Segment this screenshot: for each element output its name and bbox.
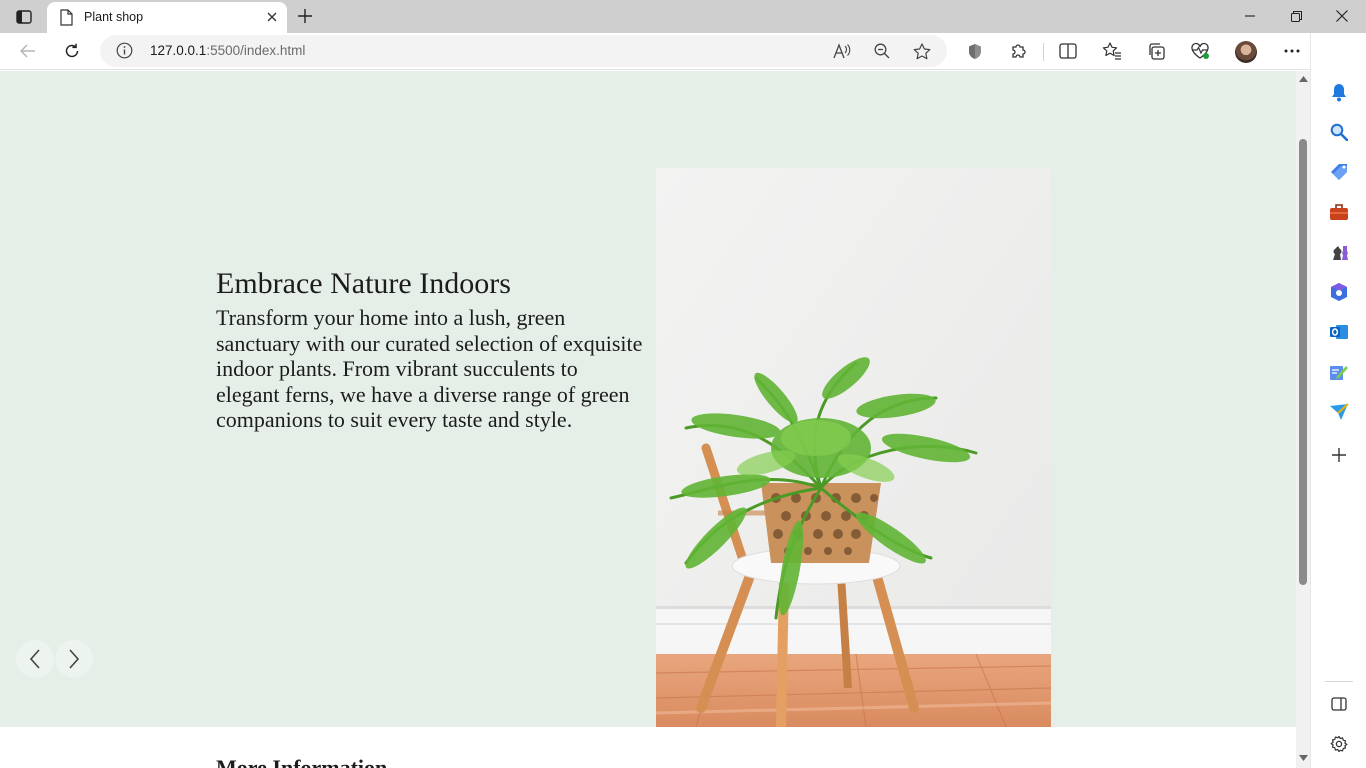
chess-icon [1333,246,1348,260]
hero-fern-image [656,168,1051,727]
sidebar-hide-button[interactable] [1327,692,1351,716]
tracking-prevention-button[interactable] [960,37,990,65]
tab-title: Plant shop [84,10,144,24]
split-screen-button[interactable] [1053,37,1083,65]
scroll-thumb[interactable] [1299,139,1307,585]
restore-button[interactable] [1279,4,1313,28]
browser-tab-active[interactable]: Plant shop [47,2,287,33]
shield-icon [969,43,981,59]
settings-and-more-button[interactable] [1277,37,1307,65]
briefcase-icon [1330,204,1348,220]
restore-icon [1290,10,1302,22]
page-scrollbar[interactable] [1296,71,1310,768]
sidebar-games[interactable] [1327,240,1351,264]
sidebar-add-button[interactable] [1327,443,1351,467]
browser-essentials-button[interactable] [1185,37,1215,65]
sidebar-notifications[interactable] [1327,80,1351,104]
browser-title-bar: Plant shop [0,0,1366,33]
page-icon [60,9,73,26]
toolbar-divider [1043,43,1044,61]
sidebar-divider [1325,681,1353,682]
star-icon [913,42,931,59]
triangle-up-icon [1298,76,1308,82]
scroll-up-button[interactable] [1298,73,1308,85]
edge-sidebar [1310,33,1366,768]
sidebar-search[interactable] [1327,120,1351,144]
plus-icon [298,9,312,23]
info-icon [116,42,133,59]
gear-icon [1330,735,1348,753]
favorites-icon [1102,42,1121,60]
more-icon [1284,49,1300,53]
search-icon [1330,123,1348,141]
sidebar-tools[interactable] [1327,200,1351,224]
more-information-heading: More Information [216,755,388,768]
extensions-icon [1012,44,1026,58]
outlook-icon [1330,325,1348,339]
split-screen-icon [1059,43,1077,59]
profile-avatar[interactable] [1235,41,1257,63]
sidebar-microsoft-365[interactable] [1327,280,1351,304]
scroll-down-button[interactable] [1298,752,1308,764]
address-bar[interactable]: 127.0.0.1:5500/index.html [100,35,947,67]
plus-icon [1332,448,1346,462]
close-icon [267,12,277,22]
back-arrow-icon [20,44,35,58]
url-path: :5500/index.html [206,43,306,58]
close-window-button[interactable] [1325,4,1359,28]
chevron-left-icon [29,649,40,669]
tab-close-button[interactable] [263,8,281,26]
sidebar-settings-button[interactable] [1327,732,1351,756]
favorites-button[interactable] [1097,37,1127,65]
refresh-icon [65,43,79,58]
browser-toolbar: 127.0.0.1:5500/index.html [0,33,1366,70]
sidebar-outlook[interactable] [1327,320,1351,344]
hero-description: Transform your home into a lush, green s… [216,305,643,433]
triangle-down-icon [1298,755,1308,761]
page-viewport: Embrace Nature Indoors Transform your ho… [0,71,1296,768]
minimize-icon [1245,15,1255,17]
url-host: 127.0.0.1 [150,43,207,58]
carousel-prev-button[interactable] [16,640,54,678]
heart-pulse-icon [1191,42,1209,59]
zoom-out-button[interactable] [870,40,894,62]
hero-heading: Embrace Nature Indoors [216,267,511,300]
read-aloud-icon [833,43,851,59]
tag-icon [1331,164,1347,180]
hero-section: Embrace Nature Indoors Transform your ho… [0,71,1296,727]
send-icon [1330,403,1349,420]
fern-on-chair-illustration [656,168,1051,727]
refresh-button[interactable] [57,37,87,65]
minimize-button[interactable] [1233,4,1267,28]
bell-icon [1332,84,1346,102]
carousel-next-button[interactable] [55,640,93,678]
tab-actions-button[interactable] [10,6,38,28]
collections-button[interactable] [1141,37,1171,65]
sidebar-drop[interactable] [1327,360,1351,384]
sidebar-shopping[interactable] [1327,160,1351,184]
tab-actions-icon [16,10,32,24]
back-button[interactable] [13,37,43,65]
new-tab-button[interactable] [293,5,317,27]
sidebar-panel-icon [1331,697,1347,711]
hero-text-block: Embrace Nature Indoors Transform your ho… [216,267,646,433]
extensions-button[interactable] [1004,37,1034,65]
chevron-right-icon [69,649,80,669]
drawing-icon [1330,366,1348,380]
office-icon [1331,283,1347,301]
sidebar-send[interactable] [1327,400,1351,424]
collections-icon [1149,43,1165,60]
zoom-out-icon [874,43,890,59]
favorite-star-button[interactable] [910,40,934,62]
close-icon [1336,10,1348,22]
url-text: 127.0.0.1:5500/index.html [150,43,305,58]
read-aloud-button[interactable] [830,40,854,62]
